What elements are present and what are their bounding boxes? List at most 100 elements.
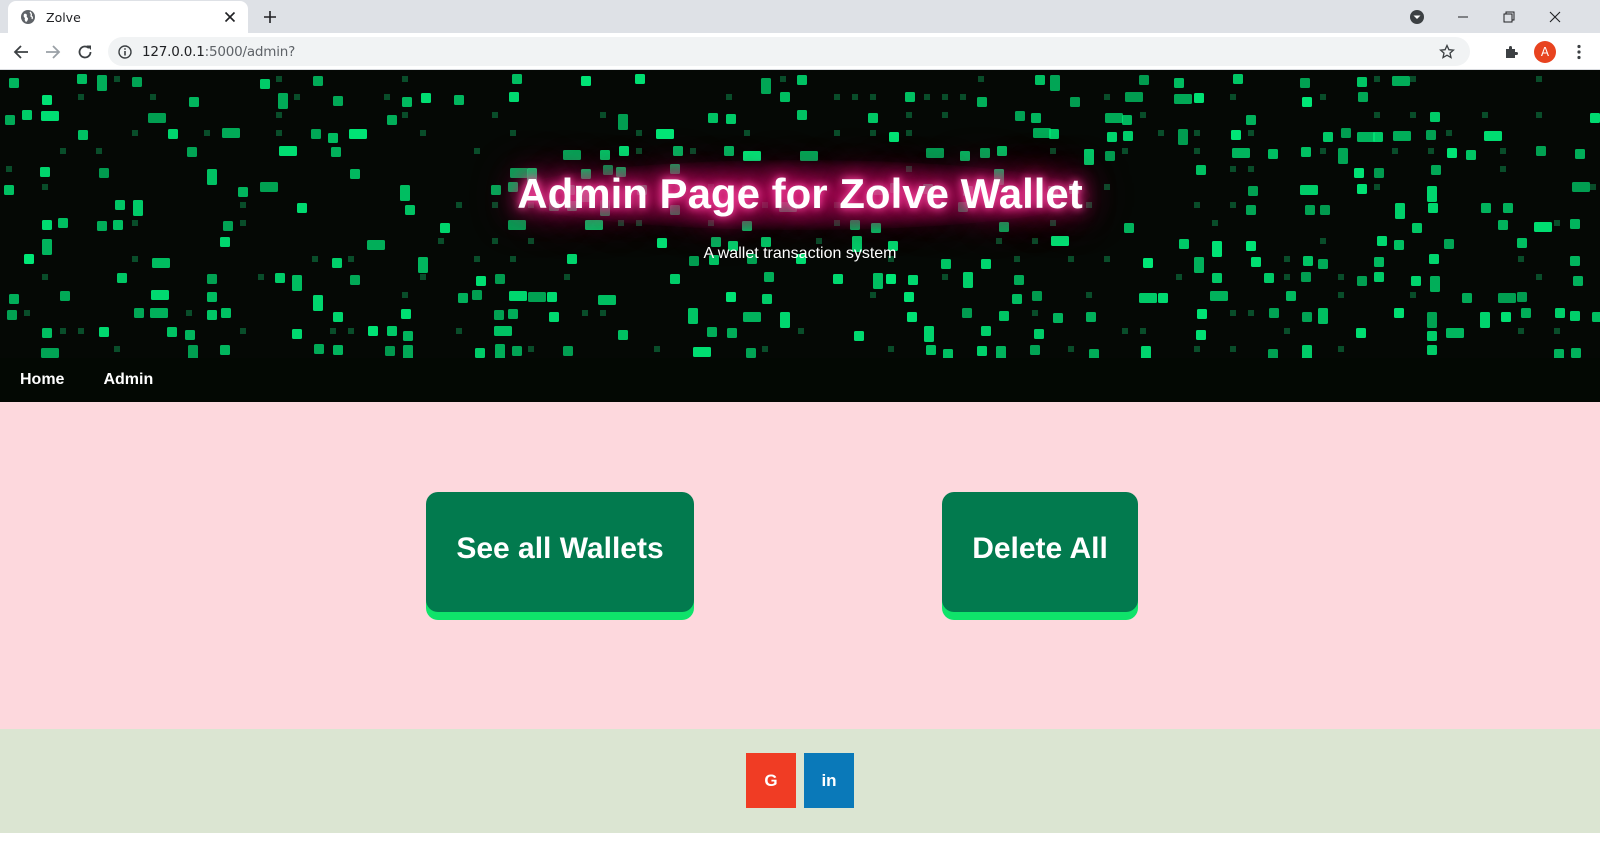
matrix-dim-cell — [1374, 112, 1380, 118]
matrix-dim-cell — [528, 346, 534, 352]
matrix-cell — [762, 294, 772, 304]
matrix-dim-cell — [942, 94, 948, 100]
hero-banner: Admin Page for Zolve Wallet A wallet tra… — [0, 70, 1600, 358]
matrix-cell — [908, 275, 918, 285]
matrix-dim-cell — [1482, 112, 1488, 118]
matrix-cell — [1302, 97, 1312, 107]
see-all-wallets-button[interactable]: See all Wallets — [426, 492, 694, 612]
matrix-cell — [962, 308, 972, 318]
matrix-dim-cell — [1338, 274, 1344, 280]
matrix-dim-cell — [564, 274, 570, 280]
matrix-cell — [292, 329, 302, 339]
matrix-cell — [78, 130, 88, 140]
info-icon[interactable] — [118, 44, 132, 59]
nav-item-admin[interactable]: Admin — [103, 371, 153, 389]
matrix-dim-cell — [1410, 112, 1416, 118]
matrix-dim-cell — [78, 328, 84, 334]
matrix-cell — [1301, 147, 1311, 157]
new-tab-button[interactable] — [260, 7, 280, 27]
matrix-cell — [279, 146, 297, 156]
matrix-cell — [134, 308, 144, 318]
matrix-cell — [999, 222, 1009, 232]
matrix-cell — [997, 146, 1007, 156]
browser-menu-button[interactable] — [1565, 38, 1593, 66]
matrix-cell — [1521, 308, 1531, 318]
matrix-cell — [1089, 349, 1099, 358]
matrix-dim-cell — [1374, 76, 1380, 82]
page-subtitle: A wallet transaction system — [703, 245, 897, 262]
matrix-dim-cell — [114, 76, 120, 82]
matrix-cell — [1302, 312, 1312, 322]
matrix-cell — [904, 292, 914, 302]
matrix-dim-cell — [420, 274, 426, 280]
restore-button[interactable] — [1486, 0, 1532, 33]
matrix-cell — [99, 327, 109, 337]
browser-tab[interactable]: Zolve — [8, 1, 248, 33]
matrix-dim-cell — [1176, 274, 1182, 280]
matrix-cell — [1053, 313, 1063, 323]
footer: G in — [0, 729, 1600, 833]
puzzle-icon — [1506, 46, 1518, 58]
nav-item-home[interactable]: Home — [20, 371, 64, 389]
matrix-cell — [313, 295, 323, 311]
matrix-dim-cell — [1194, 130, 1200, 136]
matrix-cell — [1049, 129, 1059, 139]
matrix-cell — [1374, 272, 1384, 282]
star-icon[interactable] — [1438, 43, 1456, 61]
matrix-cell — [403, 331, 413, 341]
matrix-dim-cell — [1320, 148, 1326, 154]
matrix-cell — [220, 345, 230, 355]
profile-avatar[interactable]: A — [1534, 41, 1556, 63]
matrix-dim-cell — [510, 130, 516, 136]
google-link[interactable]: G — [746, 753, 796, 808]
matrix-cell — [475, 348, 485, 358]
matrix-cell — [223, 221, 233, 231]
delete-all-button[interactable]: Delete All — [942, 492, 1138, 612]
matrix-dim-cell — [924, 94, 930, 100]
plus-icon — [264, 11, 276, 23]
matrix-cell — [512, 74, 522, 84]
matrix-cell — [495, 344, 505, 358]
matrix-cell — [278, 93, 288, 109]
close-window-button[interactable] — [1532, 0, 1578, 33]
matrix-dim-cell — [1212, 220, 1218, 226]
matrix-cell — [1501, 312, 1511, 322]
matrix-cell — [873, 273, 883, 289]
matrix-cell — [1447, 148, 1457, 158]
matrix-cell — [512, 346, 522, 356]
matrix-cell — [509, 92, 519, 102]
matrix-dim-cell — [132, 130, 138, 136]
reload-button[interactable] — [71, 38, 99, 66]
matrix-cell — [780, 312, 790, 328]
matrix-cell — [187, 147, 197, 157]
matrix-dim-cell — [582, 310, 588, 316]
extensions-button[interactable] — [1498, 38, 1526, 66]
matrix-dim-cell — [114, 346, 120, 352]
matrix-cell — [313, 76, 323, 86]
linkedin-link[interactable]: in — [804, 753, 854, 808]
chevron-down-circle-icon — [1410, 9, 1424, 24]
matrix-cell — [960, 151, 970, 161]
matrix-cell — [42, 95, 52, 105]
matrix-dim-cell — [1194, 148, 1200, 154]
minimize-button[interactable] — [1440, 0, 1486, 33]
matrix-dim-cell — [402, 112, 408, 118]
matrix-dim-cell — [60, 328, 66, 334]
close-icon[interactable] — [222, 9, 238, 25]
address-bar[interactable]: 127.0.0.1:5000/admin? — [108, 37, 1470, 66]
matrix-dim-cell — [1518, 328, 1524, 334]
matrix-cell — [1141, 346, 1151, 358]
matrix-cell — [1210, 291, 1228, 301]
matrix-cell — [726, 292, 736, 302]
matrix-cell — [1411, 276, 1421, 286]
matrix-cell — [150, 308, 168, 318]
matrix-cell — [1174, 78, 1184, 88]
forward-button[interactable] — [39, 38, 67, 66]
matrix-cell — [1122, 115, 1132, 125]
tab-search-button[interactable] — [1394, 0, 1440, 33]
matrix-dim-cell — [132, 220, 138, 226]
back-button[interactable] — [7, 38, 35, 66]
matrix-cell — [387, 115, 397, 125]
matrix-cell — [688, 308, 698, 324]
page-title: Admin Page for Zolve Wallet — [517, 170, 1083, 217]
